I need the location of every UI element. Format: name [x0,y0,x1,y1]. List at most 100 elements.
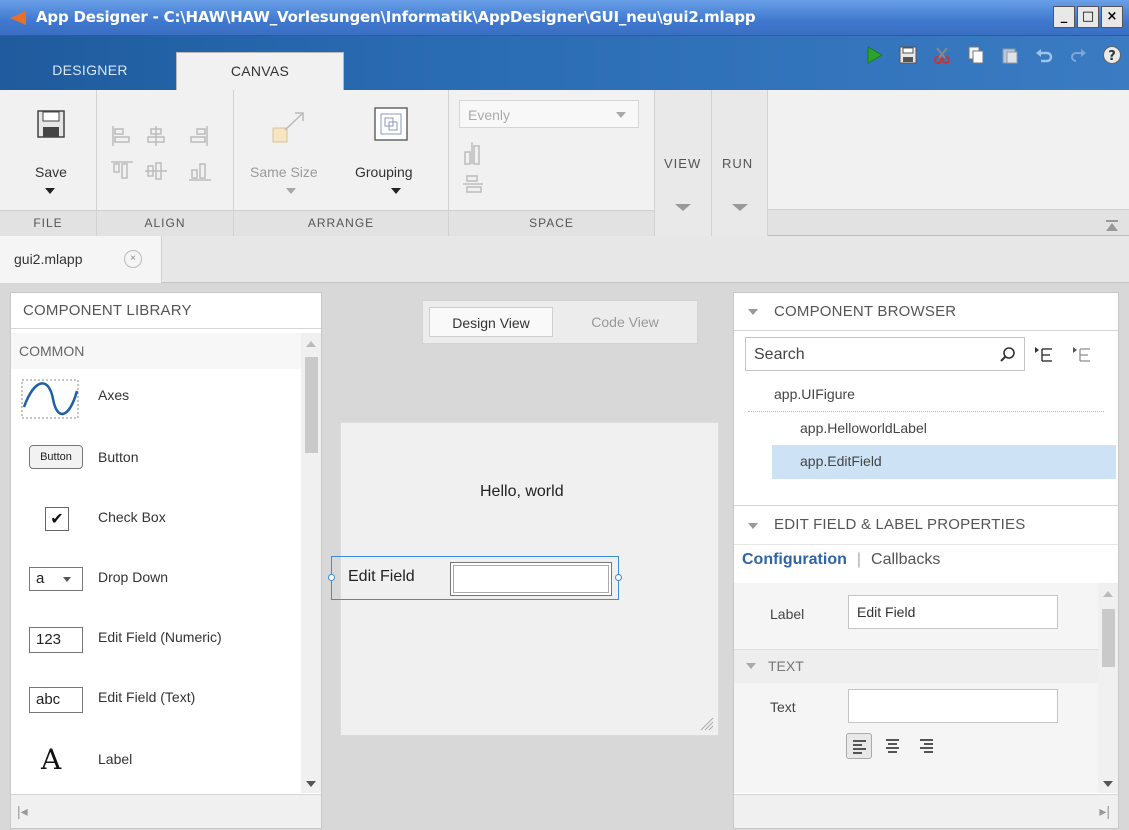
library-scrollbar[interactable] [301,333,321,793]
component-browser-header[interactable]: COMPONENT BROWSER [734,293,1118,331]
save-button[interactable]: Save [35,164,67,180]
align-right-icon[interactable] [914,733,940,759]
library-item-label: Edit Field (Numeric) [98,629,222,645]
resize-handle-right[interactable] [615,574,622,581]
code-view-button[interactable]: Code View [563,307,687,337]
scroll-down-icon[interactable] [1103,781,1113,787]
space-group: Evenly SPACE [449,90,655,236]
save-icon[interactable] [899,46,917,64]
tree-divider [748,411,1104,412]
arrange-group-label: ARRANGE [234,210,448,236]
scrollbar-thumb[interactable] [1102,609,1115,667]
dropdown-icon: a [29,567,83,591]
component-search[interactable]: Search [745,337,1025,371]
text-property-input[interactable] [848,689,1058,723]
distribute-icons[interactable] [463,142,485,202]
same-size-icon[interactable] [271,110,307,146]
align-icons[interactable] [111,124,221,194]
checkbox-icon: ✔ [45,507,69,531]
resize-handle-left[interactable] [328,574,335,581]
collapse-ribbon-icon[interactable] [1105,220,1119,232]
tree-item-edit-field[interactable]: app.EditField [772,445,1116,479]
expand-all-icon[interactable] [1034,345,1054,363]
collapse-triangle-icon [748,309,758,315]
document-tab-label: gui2.mlapp [14,251,83,267]
scroll-down-icon[interactable] [306,781,316,787]
search-input[interactable]: Search [754,346,805,364]
tab-configuration[interactable]: Configuration [742,551,847,568]
properties-scrollbar[interactable] [1098,583,1118,793]
run-button[interactable]: RUN [722,156,753,171]
hello-world-label[interactable]: Hello, world [480,483,564,501]
library-item-label: Button [98,449,139,465]
library-item-checkbox[interactable]: ✔ Check Box [11,489,301,549]
grouping-icon[interactable] [373,106,409,142]
maximize-button[interactable]: □ [1077,6,1099,28]
collapse-right-icon[interactable]: ▸| [1099,803,1110,820]
label-property-input[interactable]: Edit Field [848,595,1058,629]
view-button[interactable]: VIEW [664,156,701,171]
scrollbar-thumb[interactable] [305,357,318,453]
tree-item-hello-label[interactable]: app.HelloworldLabel [800,413,927,443]
copy-icon[interactable] [967,46,985,64]
close-button[interactable]: × [1101,6,1123,28]
align-left-icon[interactable] [846,733,872,759]
paste-icon[interactable] [1001,46,1019,64]
library-item-axes[interactable]: Axes [11,369,301,429]
window-title: App Designer - C:\HAW\HAW_Vorlesungen\In… [36,8,756,26]
save-icon[interactable] [37,110,65,138]
view-caret[interactable] [675,204,691,211]
tab-designer[interactable]: DESIGNER [20,52,160,90]
edit-field-input[interactable] [450,562,612,596]
component-library-title: COMPONENT LIBRARY [11,293,321,329]
chevron-down-icon [616,112,626,118]
resize-grip-icon[interactable] [698,715,714,731]
component-library-panel: COMPONENT LIBRARY COMMON Axes Button But… [10,292,322,829]
library-item-edit-field-text[interactable]: abc Edit Field (Text) [11,669,301,729]
chevron-down-icon [63,577,71,582]
same-size-button[interactable]: Same Size [250,164,318,180]
library-item-label-component[interactable]: A Label [11,729,301,789]
help-icon[interactable]: ? [1103,46,1121,64]
properties-header[interactable]: EDIT FIELD & LABEL PROPERTIES [734,505,1118,545]
library-item-edit-field-numeric[interactable]: 123 Edit Field (Numeric) [11,609,301,669]
tab-canvas[interactable]: CANVAS [176,52,344,90]
tab-callbacks[interactable]: Callbacks [871,551,940,568]
design-view-button[interactable]: Design View [429,307,553,337]
run-group[interactable]: RUN [712,90,768,236]
scroll-up-icon[interactable] [306,341,316,347]
text-section-header[interactable]: TEXT [734,649,1098,683]
save-dropdown-caret[interactable] [45,188,55,194]
align-center-icon[interactable] [880,733,906,759]
run-icon[interactable] [865,46,883,64]
edit-field-label[interactable]: Edit Field [348,568,415,586]
minimize-button[interactable]: _ [1053,6,1075,28]
properties-footer: ▸| [734,794,1118,828]
document-tabs: gui2.mlapp × [0,236,1129,283]
same-size-caret[interactable] [286,188,296,194]
view-toggle: Design View Code View [422,300,698,344]
collapse-all-icon[interactable] [1072,345,1092,363]
run-caret[interactable] [732,204,748,211]
search-icon[interactable] [1000,346,1016,362]
view-group[interactable]: VIEW [655,90,712,236]
dropdown-icon-text: a [36,570,45,587]
undo-icon[interactable] [1035,46,1053,64]
align-group: ALIGN [97,90,234,236]
collapse-left-icon[interactable]: |◂ [17,803,28,820]
document-tab-gui2[interactable]: gui2.mlapp × [0,236,162,283]
cut-icon[interactable] [933,46,951,64]
close-tab-icon[interactable]: × [124,250,142,268]
properties-tabs: Configuration | Callbacks [742,551,940,569]
library-item-dropdown[interactable]: a Drop Down [11,549,301,609]
scroll-up-icon[interactable] [1103,591,1113,597]
component-browser-title: COMPONENT BROWSER [774,303,957,320]
redo-icon[interactable] [1069,46,1087,64]
ribbon: Save FILE ALIGN Same Size Grouping ARRAN… [0,90,1129,236]
align-group-label: ALIGN [97,210,233,236]
grouping-caret[interactable] [391,188,401,194]
library-item-button[interactable]: Button Button [11,429,301,489]
space-dropdown[interactable]: Evenly [459,100,639,128]
tree-item-uifigure[interactable]: app.UIFigure [774,379,855,409]
grouping-button[interactable]: Grouping [355,164,413,180]
